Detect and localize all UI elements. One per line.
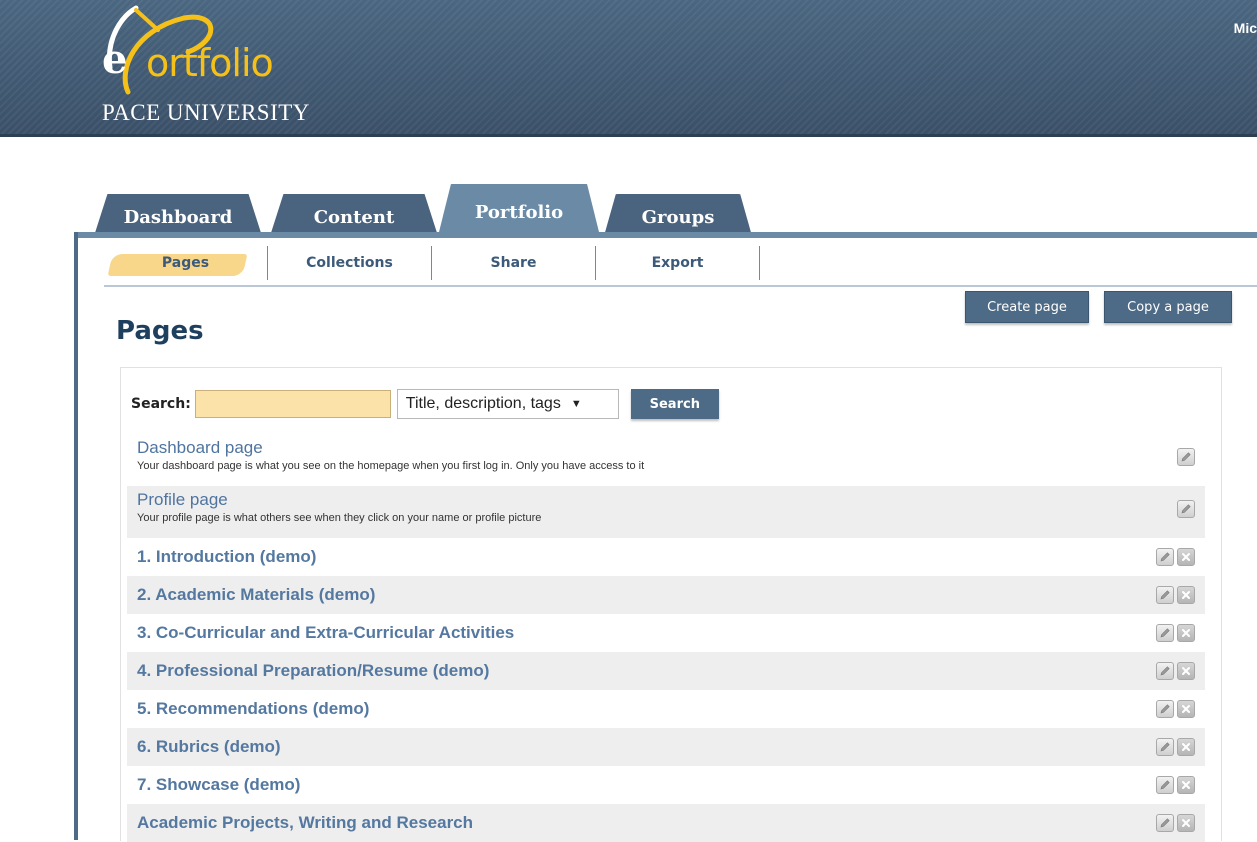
delete-icon[interactable] [1177, 662, 1195, 680]
search-input[interactable] [194, 390, 391, 418]
page-title-link[interactable]: Profile page [137, 490, 228, 510]
logo-letter-e: e [102, 36, 128, 83]
tab-groups[interactable]: Groups [604, 194, 752, 236]
page-title-link[interactable]: 7. Showcase (demo) [137, 775, 300, 795]
row-actions [1156, 814, 1195, 832]
edit-icon[interactable] [1177, 500, 1195, 518]
subnav-label: Export [651, 255, 704, 271]
search-bar: Search: Title, description, tags ▼ Searc… [131, 388, 719, 420]
page-title-link[interactable]: Dashboard page [137, 438, 263, 458]
row-actions [1156, 776, 1195, 794]
subnav-divider [104, 285, 1257, 287]
page-title-link[interactable]: 6. Rubrics (demo) [137, 737, 281, 757]
delete-icon[interactable] [1177, 738, 1195, 756]
page-title-link[interactable]: 4. Professional Preparation/Resume (demo… [137, 661, 489, 681]
user-name-link[interactable]: Mic [1234, 20, 1257, 36]
pages-list: Dashboard page Your dashboard page is wha… [127, 434, 1205, 842]
tab-underline [74, 232, 1257, 238]
page-title-link[interactable]: 3. Co-Curricular and Extra-Curricular Ac… [137, 623, 514, 643]
list-item: Dashboard page Your dashboard page is wha… [127, 434, 1205, 486]
tab-label: Portfolio [474, 201, 564, 223]
delete-icon[interactable] [1177, 548, 1195, 566]
page-title: Pages [116, 316, 204, 346]
tab-portfolio[interactable]: Portfolio [438, 184, 600, 236]
tab-label: Groups [641, 206, 715, 228]
list-item: Profile page Your profile page is what ot… [127, 486, 1205, 538]
page-title-link[interactable]: 2. Academic Materials (demo) [137, 585, 375, 605]
edit-icon[interactable] [1156, 548, 1174, 566]
edit-icon[interactable] [1156, 776, 1174, 794]
subnav-collections[interactable]: Collections [268, 246, 432, 280]
eportfolio-logo[interactable]: e ortfolio PACE UNIVERSITY [88, 0, 388, 134]
subnav-label: Share [490, 255, 537, 271]
tab-content[interactable]: Content [270, 194, 438, 236]
main-tabs: Dashboard Content Portfolio Groups [74, 180, 1257, 236]
list-item: 6. Rubrics (demo) [127, 728, 1205, 766]
copy-page-button[interactable]: Copy a page [1104, 291, 1232, 323]
list-item: 3. Co-Curricular and Extra-Curricular Ac… [127, 614, 1205, 652]
row-actions [1156, 700, 1195, 718]
site-header: e ortfolio PACE UNIVERSITY Mic [0, 0, 1257, 137]
delete-icon[interactable] [1177, 586, 1195, 604]
chevron-down-icon: ▼ [570, 398, 582, 410]
row-actions [1156, 586, 1195, 604]
search-scope-select[interactable]: Title, description, tags ▼ [396, 389, 619, 419]
sub-navigation: Pages Collections Share Export [104, 246, 760, 286]
list-item: 5. Recommendations (demo) [127, 690, 1205, 728]
delete-icon[interactable] [1177, 700, 1195, 718]
list-item: Academic Projects, Writing and Research [127, 804, 1205, 842]
subnav-share[interactable]: Share [432, 246, 596, 280]
logo-wordmark: ortfolio [146, 41, 274, 85]
subnav-label: Collections [306, 255, 393, 271]
edit-icon[interactable] [1156, 624, 1174, 642]
tab-dashboard[interactable]: Dashboard [94, 194, 262, 236]
edit-icon[interactable] [1156, 662, 1174, 680]
subnav-pages[interactable]: Pages [104, 246, 268, 280]
page-title-link[interactable]: Academic Projects, Writing and Research [137, 813, 473, 833]
edit-icon[interactable] [1156, 586, 1174, 604]
logo-university: PACE UNIVERSITY [102, 100, 310, 125]
row-actions [1156, 662, 1195, 680]
row-actions [1156, 624, 1195, 642]
search-label: Search: [131, 396, 191, 412]
row-actions [1156, 548, 1195, 566]
search-scope-value: Title, description, tags [405, 395, 561, 412]
edit-icon[interactable] [1156, 700, 1174, 718]
create-page-button[interactable]: Create page [965, 291, 1089, 323]
edit-icon[interactable] [1156, 814, 1174, 832]
tab-label: Dashboard [123, 206, 233, 228]
page-title-link[interactable]: 1. Introduction (demo) [137, 547, 316, 567]
list-item: 1. Introduction (demo) [127, 538, 1205, 576]
edit-icon[interactable] [1156, 738, 1174, 756]
list-item: 2. Academic Materials (demo) [127, 576, 1205, 614]
page-description: Your profile page is what others see whe… [137, 512, 542, 524]
delete-icon[interactable] [1177, 776, 1195, 794]
pages-panel: Search: Title, description, tags ▼ Searc… [120, 367, 1222, 842]
row-actions [1177, 448, 1195, 466]
page-description: Your dashboard page is what you see on t… [137, 460, 645, 472]
row-actions [1156, 738, 1195, 756]
search-button[interactable]: Search [630, 389, 719, 419]
list-item: 4. Professional Preparation/Resume (demo… [127, 652, 1205, 690]
tab-label: Content [313, 206, 395, 228]
content-left-border [74, 232, 78, 840]
page-title-link[interactable]: 5. Recommendations (demo) [137, 699, 369, 719]
subnav-export[interactable]: Export [596, 246, 760, 280]
delete-icon[interactable] [1177, 814, 1195, 832]
row-actions [1177, 500, 1195, 518]
list-item: 7. Showcase (demo) [127, 766, 1205, 804]
edit-icon[interactable] [1177, 448, 1195, 466]
delete-icon[interactable] [1177, 624, 1195, 642]
subnav-label: Pages [161, 255, 210, 271]
